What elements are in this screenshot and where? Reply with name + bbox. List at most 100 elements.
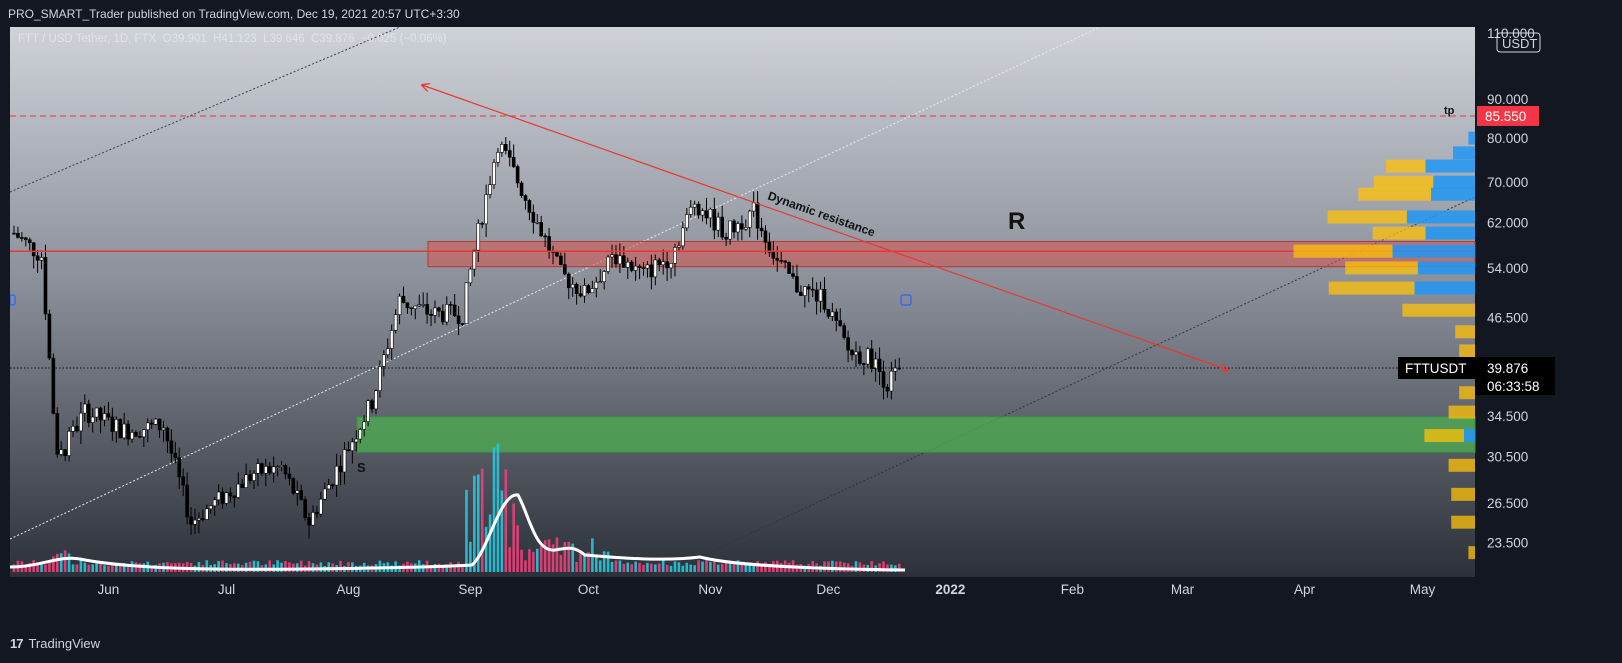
candle-body: [59, 449, 64, 455]
volume-bar: [551, 544, 555, 572]
volume-bar: [378, 560, 382, 572]
volume-bar: [67, 553, 71, 572]
volume-profile-bar-down: [1327, 210, 1407, 224]
candle-body: [633, 265, 638, 271]
volume-profile-bar-down: [1424, 429, 1464, 443]
publisher-header: PRO_SMART_Trader published on TradingVie…: [8, 7, 460, 21]
candle-body: [252, 473, 256, 481]
volume-bar: [563, 542, 567, 572]
candle-body: [429, 313, 433, 316]
candle-body: [189, 516, 193, 525]
candle-body: [197, 518, 201, 521]
candle-body: [570, 283, 575, 289]
volume-bar: [575, 561, 578, 572]
candle-body: [822, 288, 827, 310]
candle-body: [12, 232, 16, 235]
candle-body: [240, 483, 244, 488]
volume-profile-bar-up: [1392, 244, 1475, 258]
candle-body: [275, 466, 280, 468]
time-tick-label: Sep: [458, 582, 482, 597]
candle-body: [590, 288, 595, 294]
volume-bar: [83, 562, 87, 572]
candle-body: [350, 441, 355, 452]
candle-body: [145, 422, 150, 431]
candle-body: [185, 484, 189, 518]
volume-bar: [492, 447, 496, 572]
volume-bar: [52, 556, 55, 572]
candle-body: [641, 267, 646, 270]
volume-bar: [677, 562, 681, 572]
time-tick-label: Feb: [1061, 582, 1084, 597]
candle-body: [118, 419, 123, 439]
candle-body: [578, 293, 583, 297]
volume-bar: [535, 548, 539, 572]
price-tick-label: 26.500: [1487, 496, 1528, 511]
candle-body: [173, 452, 178, 459]
candle-body: [480, 222, 484, 225]
candle-body: [267, 466, 272, 474]
candle-body: [83, 403, 87, 414]
candle-body: [311, 512, 315, 526]
volume-bar: [654, 564, 657, 572]
tradingview-logo-icon: 17: [10, 636, 24, 651]
candle-body: [413, 305, 418, 310]
volume-profile-bar-up: [1464, 429, 1475, 443]
symbol-legend: FTT / USD Tether, 1D, FTX O39.901 H41.12…: [18, 33, 447, 45]
candle-body: [161, 427, 166, 431]
candle-body: [366, 400, 370, 422]
price-chart[interactable]: Dynamic resistance RS 23.50026.50030.5003…: [10, 27, 1610, 630]
candle-body: [527, 200, 532, 213]
candle-body: [791, 273, 795, 277]
volume-bar: [555, 537, 559, 572]
volume-bar: [602, 551, 606, 572]
volume-bar: [764, 562, 767, 572]
candle-body: [830, 311, 835, 317]
volume-bar: [716, 564, 720, 572]
candle-body: [673, 247, 677, 264]
candle-body: [661, 261, 665, 266]
candle-body: [94, 407, 99, 418]
volume-bar: [40, 564, 43, 572]
volume-bar: [59, 553, 63, 572]
candle-body: [653, 259, 658, 278]
volume-bar: [673, 561, 677, 572]
price-tick-label: 90.000: [1487, 92, 1528, 107]
candle-body: [307, 517, 311, 526]
volume-bar: [756, 561, 759, 572]
candle-body: [43, 257, 48, 315]
price-tick-label: 54.000: [1487, 261, 1528, 276]
legend-close-value: 39.876: [319, 33, 355, 45]
volume-bar: [71, 564, 75, 572]
volume-bar: [500, 490, 504, 572]
candle-body: [751, 202, 756, 212]
volume-bar: [339, 560, 342, 572]
candle-body: [724, 236, 728, 240]
footer-brand[interactable]: 17 TradingView: [10, 636, 100, 651]
volume-bar: [55, 553, 59, 572]
volume-bar: [95, 562, 98, 572]
volume-profile-bar-up: [1425, 226, 1475, 240]
volume-bar: [567, 541, 571, 572]
candle-body: [448, 304, 453, 306]
volume-bar: [693, 565, 696, 572]
volume-bar: [484, 526, 488, 572]
chart-area[interactable]: Dynamic resistance R S 23.500 26.500 30.500 3…: [10, 27, 1610, 630]
candle-body: [86, 403, 91, 423]
candle-body: [315, 512, 319, 515]
volume-bar: [559, 555, 563, 572]
volume-bar: [225, 563, 228, 572]
candle-body: [787, 261, 791, 274]
candle-body: [216, 491, 221, 501]
candle-body: [779, 260, 784, 262]
candle-body: [885, 387, 890, 392]
footer-brand-name: TradingView: [28, 636, 101, 651]
volume-bar: [614, 560, 618, 572]
candle-body: [31, 242, 36, 257]
candle-body: [39, 257, 44, 261]
candle-body: [850, 349, 854, 356]
candle-body: [330, 484, 335, 487]
candle-body: [385, 348, 390, 356]
volume-bar: [197, 562, 201, 572]
price-tick-label: 80.000: [1487, 131, 1528, 146]
volume-profile-bar-down: [1328, 281, 1415, 295]
